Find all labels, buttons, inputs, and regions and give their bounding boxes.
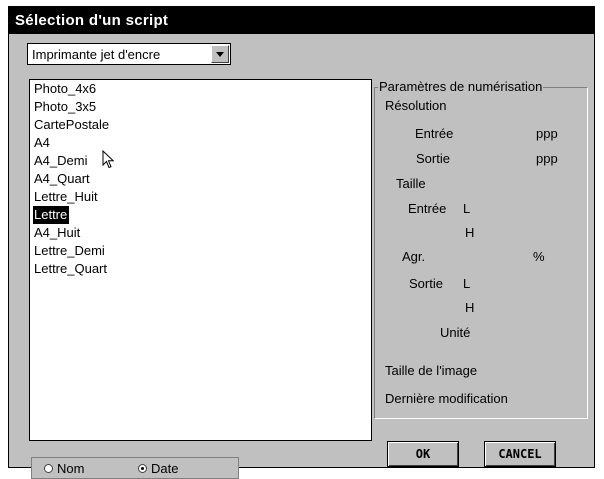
size-input-height-label: H xyxy=(465,225,475,240)
script-list-item[interactable]: CartePostale xyxy=(30,116,371,134)
radio-unchecked-icon xyxy=(44,464,53,473)
script-list-item[interactable]: Lettre_Huit xyxy=(30,188,371,206)
resolution-input-label: Entrée xyxy=(415,126,454,141)
script-list-item-label: A4 xyxy=(34,135,50,150)
script-list-item[interactable]: A4_Quart xyxy=(30,170,371,188)
sort-options: Nom Date xyxy=(31,457,239,479)
script-list-item[interactable]: Lettre xyxy=(30,206,371,224)
printer-dropdown[interactable]: Imprimante jet d'encre xyxy=(27,43,231,65)
script-list-item-label: Photo_4x6 xyxy=(34,81,97,96)
resolution-output-label: Sortie xyxy=(416,151,450,166)
printer-dropdown-value: Imprimante jet d'encre xyxy=(32,47,161,62)
script-list-item-label: Lettre_Huit xyxy=(34,189,98,204)
size-label: Taille xyxy=(396,176,426,191)
radio-checked-icon xyxy=(138,464,147,473)
script-list-item[interactable]: A4_Huit xyxy=(30,224,371,242)
script-list-item-label: A4_Demi xyxy=(34,153,88,168)
unit-label: Unité xyxy=(440,325,471,340)
script-list-item-label: Photo_3x5 xyxy=(34,99,97,114)
script-list-item[interactable]: Photo_4x6 xyxy=(30,80,371,98)
enlargement-unit: % xyxy=(533,249,545,264)
resolution-input-unit: ppp xyxy=(536,126,558,141)
size-output-height-label: H xyxy=(465,300,475,315)
size-output-label: Sortie xyxy=(409,276,443,291)
size-input-label: Entrée xyxy=(408,201,447,216)
script-list-item-label: Lettre xyxy=(33,206,70,224)
cancel-button[interactable]: CANCEL xyxy=(484,441,556,467)
script-list-item-label: Lettre_Demi xyxy=(34,243,105,258)
script-list-item[interactable]: A4_Demi xyxy=(30,152,371,170)
script-selection-dialog: Sélection d'un script Imprimante jet d'e… xyxy=(8,6,595,479)
script-list-item[interactable]: Lettre_Quart xyxy=(30,260,371,278)
script-list-item[interactable]: Photo_3x5 xyxy=(30,98,371,116)
dialog-title: Sélection d'un script xyxy=(9,7,594,34)
chevron-down-icon[interactable] xyxy=(211,45,229,63)
resolution-label: Résolution xyxy=(385,98,447,113)
script-list-item[interactable]: A4 xyxy=(30,134,371,152)
mouse-pointer-icon xyxy=(102,150,115,169)
size-input-width-label: L xyxy=(463,201,471,216)
script-list[interactable]: Photo_4x6 Photo_3x5 CartePostale A4 A4_Demi A… xyxy=(29,79,372,441)
image-size-label: Taille de l'image xyxy=(385,363,478,378)
ok-button[interactable]: OK xyxy=(387,441,459,467)
script-list-item-label: Lettre_Quart xyxy=(34,261,107,276)
script-list-item-label: CartePostale xyxy=(34,117,110,132)
size-output-width-label: L xyxy=(463,276,471,291)
script-list-item-label: A4_Huit xyxy=(34,225,81,240)
script-list-item[interactable]: Lettre_Demi xyxy=(30,242,371,260)
enlargement-label: Agr. xyxy=(402,249,426,264)
resolution-output-unit: ppp xyxy=(536,151,558,166)
last-modified-label: Dernière modification xyxy=(385,391,508,406)
scan-parameters-group: Paramètres de numérisation Résolution En… xyxy=(374,79,588,419)
script-list-item-label: A4_Quart xyxy=(34,171,90,186)
scan-parameters-legend: Paramètres de numérisation xyxy=(378,79,544,94)
